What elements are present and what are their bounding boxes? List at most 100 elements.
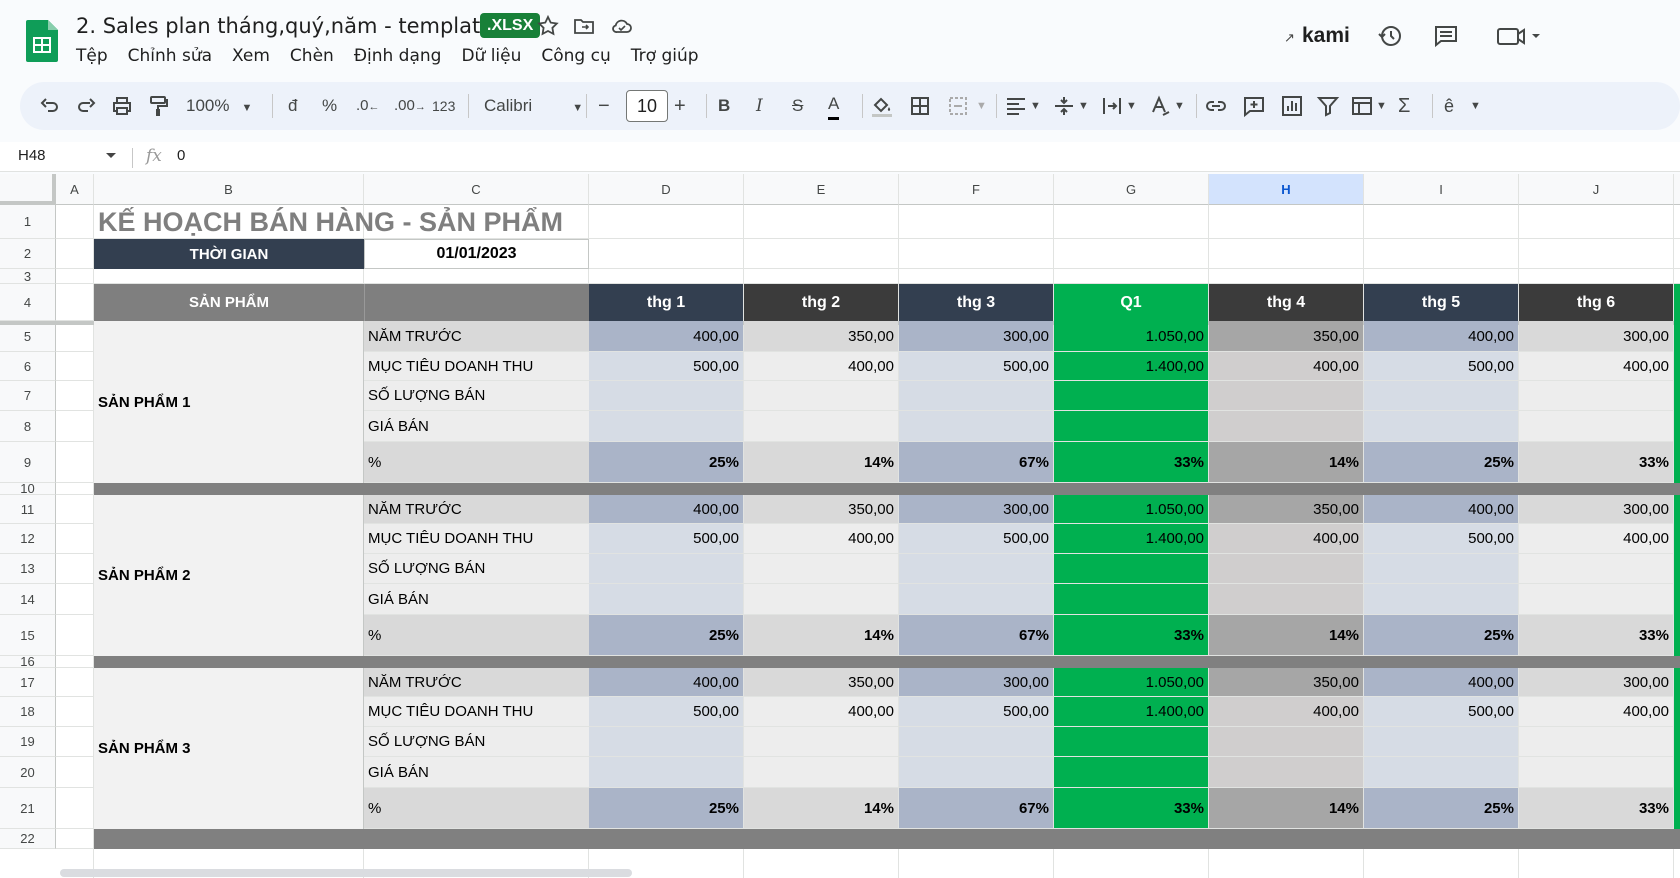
product-name-cell[interactable]: SẢN PHẨM 1 [94,321,364,483]
data-cell[interactable] [744,584,898,614]
data-cell[interactable]: 400,00 [744,697,898,726]
row-label-cell[interactable]: GIÁ BÁN [364,411,589,441]
data-cell[interactable] [1054,584,1208,614]
data-cell[interactable]: 25% [589,442,743,482]
period-header-0[interactable]: thg 1 [589,284,743,321]
insert-chart-icon[interactable] [1280,94,1304,118]
data-cell[interactable]: 300,00 [1519,321,1673,351]
data-cell[interactable] [589,554,743,583]
data-cell[interactable]: 300,00 [899,495,1053,523]
kami-extension-button[interactable]: kami [1302,24,1350,48]
data-cell[interactable]: 350,00 [1209,495,1363,523]
chevron-down-icon[interactable]: ▼ [1030,94,1041,118]
data-cell[interactable]: 500,00 [899,352,1053,380]
row-label-cell[interactable]: % [364,788,589,828]
data-cell[interactable]: 33% [1519,615,1673,655]
data-cell[interactable] [744,727,898,756]
redo-icon[interactable] [74,94,98,118]
menu-insert[interactable]: Chèn [290,46,334,66]
data-cell[interactable]: 350,00 [1209,668,1363,696]
data-cell[interactable] [1209,757,1363,787]
data-cell[interactable]: 500,00 [589,697,743,726]
product-header-blank[interactable] [364,284,589,321]
chevron-down-icon[interactable] [106,153,116,158]
data-cell[interactable] [899,411,1053,441]
data-cell[interactable]: 33% [1054,788,1208,828]
percent-format-button[interactable]: % [322,94,337,118]
time-value-cell[interactable]: 01/01/2023 [364,239,589,269]
row-header-8[interactable]: 8 [0,411,56,442]
column-header-f[interactable]: F [899,174,1054,205]
text-rotation-icon[interactable] [1148,94,1172,118]
font-size-input[interactable]: 10 [626,90,668,122]
product-name-cell[interactable]: SẢN PHẨM 3 [94,668,364,829]
version-history-icon[interactable] [1376,22,1404,50]
row-header-5[interactable]: 5 [0,321,56,352]
decrease-font-size-icon[interactable]: − [598,94,610,118]
menu-format[interactable]: Định dạng [354,46,442,66]
data-cell[interactable]: 400,00 [744,524,898,553]
data-cell[interactable]: 14% [1209,788,1363,828]
insert-comment-icon[interactable] [1242,94,1266,118]
decrease-decimal-button[interactable]: .0← [356,94,380,118]
row-header-12[interactable]: 12 [0,524,56,554]
data-cell[interactable]: 14% [744,615,898,655]
data-cell[interactable]: 500,00 [1364,524,1518,553]
data-cell[interactable] [1054,757,1208,787]
data-cell[interactable] [1364,381,1518,410]
data-cell[interactable]: 67% [899,615,1053,655]
row-label-cell[interactable]: NĂM TRƯỚC [364,668,589,696]
text-wrapping-icon[interactable] [1100,94,1124,118]
row-header-18[interactable]: 18 [0,697,56,727]
data-cell[interactable]: 300,00 [899,668,1053,696]
column-header-e[interactable]: E [744,174,899,205]
row-header-4[interactable]: 4 [0,284,56,321]
period-header-3[interactable]: Q1 [1054,284,1208,321]
sheets-logo-icon[interactable] [26,20,58,62]
data-cell[interactable] [1364,584,1518,614]
row-label-cell[interactable]: MỤC TIÊU DOANH THU [364,697,589,726]
spreadsheet-grid[interactable]: A B C D E F G H I J 1 2 3 4 5 6 7 8 9 10 11 12 13 14 15 16 17 18 19 2… [0,174,1680,878]
data-cell[interactable] [1519,727,1673,756]
menu-file[interactable]: Tệp [76,46,108,66]
column-header-i[interactable]: I [1364,174,1519,205]
data-cell[interactable]: 400,00 [1519,352,1673,380]
currency-format-button[interactable]: đ [288,94,297,118]
data-cell[interactable] [1364,757,1518,787]
menu-data[interactable]: Dữ liệu [461,46,521,66]
data-cell[interactable]: 500,00 [589,524,743,553]
period-header-2[interactable]: thg 3 [899,284,1053,321]
data-cell[interactable]: 1.400,00 [1054,697,1208,726]
row-label-cell[interactable]: GIÁ BÁN [364,757,589,787]
column-header-j[interactable]: J [1519,174,1674,205]
data-cell[interactable]: 1.050,00 [1054,495,1208,523]
horizontal-align-icon[interactable] [1004,94,1028,118]
data-cell[interactable] [899,584,1053,614]
print-icon[interactable] [110,94,134,118]
row-header-1[interactable]: 1 [0,205,56,239]
bold-button[interactable]: B [718,94,730,118]
row-label-cell[interactable]: SỐ LƯỢNG BÁN [364,727,589,756]
column-header-d[interactable]: D [589,174,744,205]
filter-icon[interactable] [1316,94,1340,118]
data-cell[interactable]: 400,00 [744,352,898,380]
undo-icon[interactable] [38,94,62,118]
data-cell[interactable]: 400,00 [1519,697,1673,726]
data-cell[interactable] [1054,554,1208,583]
period-header-1[interactable]: thg 2 [744,284,898,321]
data-cell[interactable]: 33% [1519,788,1673,828]
data-cell[interactable] [744,757,898,787]
data-cell[interactable]: 400,00 [1209,524,1363,553]
data-cell[interactable] [1364,727,1518,756]
data-cell[interactable]: 400,00 [1364,668,1518,696]
row-label-cell[interactable]: MỤC TIÊU DOANH THU [364,352,589,380]
data-cell[interactable]: 500,00 [1364,697,1518,726]
period-header-4[interactable]: thg 4 [1209,284,1363,321]
vertical-align-icon[interactable] [1052,94,1076,118]
input-tools-icon[interactable]: ê [1444,94,1454,118]
data-cell[interactable]: 25% [589,615,743,655]
data-cell[interactable] [744,411,898,441]
data-cell[interactable] [589,757,743,787]
cloud-saved-icon[interactable] [610,14,634,38]
data-cell[interactable]: 500,00 [1364,352,1518,380]
